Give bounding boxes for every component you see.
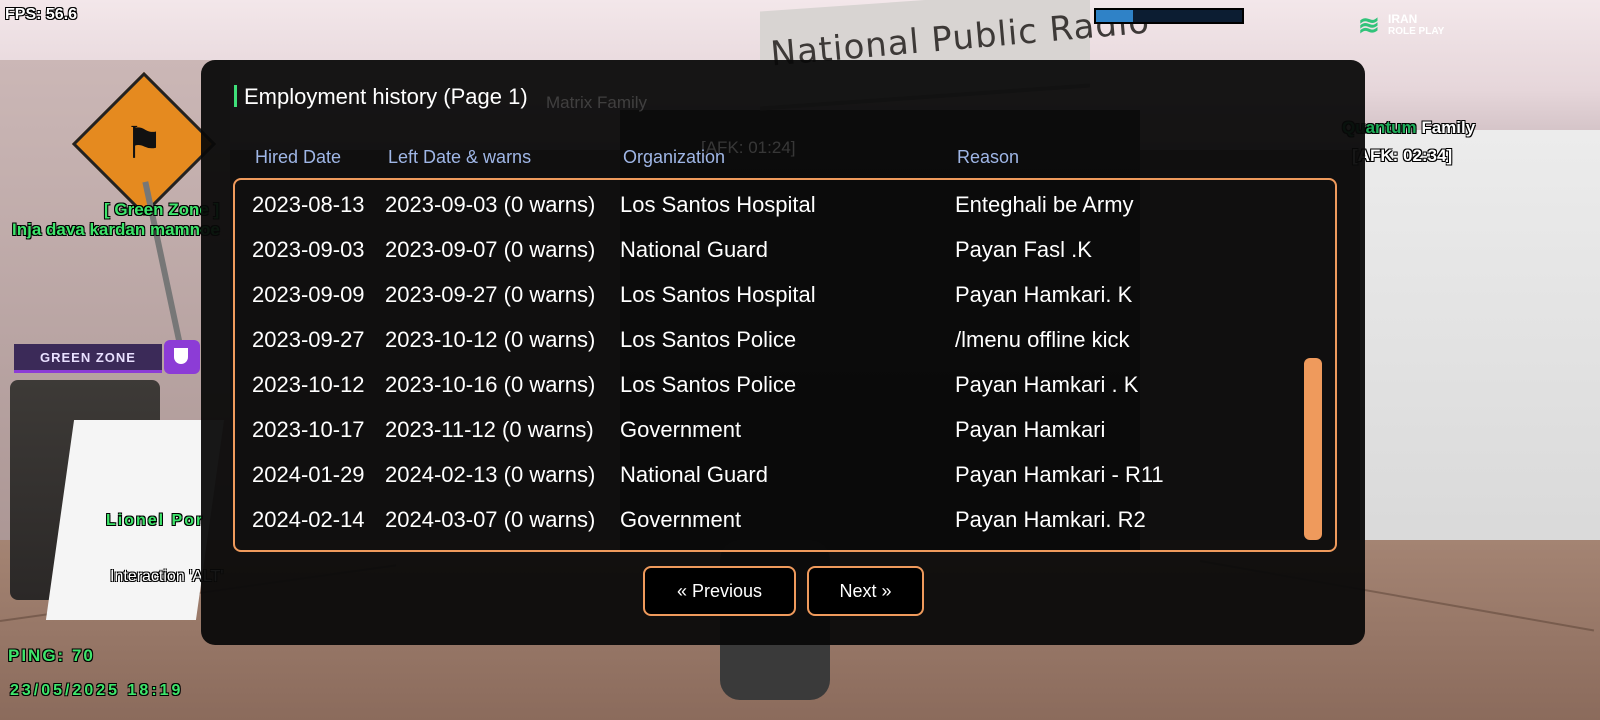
green-zone-text: GREEN ZONE: [14, 344, 162, 373]
zone-description: Inja dava kardan mamnoe: [12, 220, 220, 239]
title-marker: [234, 85, 237, 107]
cell-left-date: 2023-10-16 (0 warns): [385, 372, 596, 397]
logo-line2: ROLE PLAY: [1388, 26, 1445, 37]
table-row[interactable]: 2023-10-12 2023-10-16 (0 warns) Los Sant…: [235, 362, 1295, 407]
cell-left-date: 2023-09-07 (0 warns): [385, 237, 596, 262]
family-tag-suffix: Family: [1416, 118, 1476, 137]
cell-hired-date: 2023-10-12: [252, 372, 365, 397]
health-bar-fill: [1096, 10, 1133, 22]
cell-left-date: 2023-09-03 (0 warns): [385, 192, 596, 217]
table-row[interactable]: 2023-08-13 2023-09-03 (0 warns) Los Sant…: [235, 182, 1295, 227]
background-name-tag: Matrix Family: [546, 93, 648, 112]
cell-organization: Los Santos Police: [620, 327, 797, 352]
table-row[interactable]: 2023-10-17 2023-11-12 (0 warns) Governme…: [235, 407, 1295, 452]
cell-hired-date: 2023-10-17: [252, 417, 365, 442]
cell-hired-date: 2024-02-14: [252, 507, 365, 532]
cell-left-date: 2023-09-27 (0 warns): [385, 282, 596, 307]
cell-reason: Payan Hamkari - R11: [955, 462, 1164, 487]
next-page-button[interactable]: Next »: [807, 566, 924, 616]
player-name-tag: Lionel Por: [106, 512, 205, 529]
logo-line1: IRAN: [1388, 12, 1418, 26]
column-header-left-date: Left Date & warns: [388, 147, 532, 167]
cell-left-date: 2023-11-12 (0 warns): [385, 417, 594, 442]
history-table[interactable]: 2023-08-13 2023-09-03 (0 warns) Los Sant…: [233, 178, 1337, 552]
cell-hired-date: 2023-09-09: [252, 282, 365, 307]
cell-left-date: 2024-02-13 (0 warns): [385, 462, 596, 487]
dialog-title: Employment history (Page 1): [244, 84, 528, 109]
cell-hired-date: 2023-09-03: [252, 237, 365, 262]
cell-reason: Payan Hamkari. R2: [955, 507, 1146, 532]
afk-tag: [AFK: 02:34]: [1352, 146, 1453, 165]
right-wall: [1360, 130, 1600, 550]
cell-reason: /lmenu offline kick: [955, 327, 1130, 352]
cell-organization: National Guard: [620, 237, 768, 262]
ping-display: PING: 70: [8, 646, 95, 665]
cell-organization: Government: [620, 417, 742, 442]
cell-reason: Payan Hamkari. K: [955, 282, 1133, 307]
cell-reason: Payan Hamkari: [955, 417, 1106, 442]
shield-icon: [174, 348, 188, 364]
cell-left-date: 2024-03-07 (0 warns): [385, 507, 596, 532]
logo-icon: ≋: [1358, 10, 1380, 40]
cell-reason: Payan Fasl .K: [955, 237, 1092, 262]
table-row[interactable]: 2023-09-27 2023-10-12 (0 warns) Los Sant…: [235, 317, 1295, 362]
cell-hired-date: 2023-08-13: [252, 192, 365, 217]
employment-history-dialog: Employment history (Page 1) Matrix Famil…: [201, 60, 1365, 645]
table-scrollbar[interactable]: [1304, 358, 1322, 540]
cell-reason: Enteghali be Army: [955, 192, 1134, 217]
cell-organization: Los Santos Police: [620, 372, 797, 397]
cell-organization: Los Santos Hospital: [620, 192, 816, 217]
column-header-organization: Organization: [623, 147, 726, 167]
column-header-reason: Reason: [957, 147, 1020, 167]
previous-page-button[interactable]: « Previous: [643, 566, 796, 616]
cell-organization: Government: [620, 507, 742, 532]
server-logo: ≋ IRAN ROLE PLAY: [1358, 10, 1458, 40]
health-bar: [1094, 8, 1244, 24]
cell-reason: Payan Hamkari . K: [955, 372, 1139, 397]
column-header-hired-date: Hired Date: [255, 147, 342, 167]
cell-hired-date: 2024-01-29: [252, 462, 365, 487]
cell-left-date: 2023-10-12 (0 warns): [385, 327, 596, 352]
worker-icon: ⚑: [124, 119, 164, 168]
date-time: 23/05/2025 18:19: [10, 682, 184, 699]
cell-organization: National Guard: [620, 462, 768, 487]
table-row[interactable]: 2023-09-03 2023-09-07 (0 warns) National…: [235, 227, 1295, 272]
green-zone-badge: GREEN ZONE: [14, 340, 200, 374]
table-row[interactable]: 2023-09-09 2023-09-27 (0 warns) Los Sant…: [235, 272, 1295, 317]
cell-hired-date: 2023-09-27: [252, 327, 365, 352]
table-row[interactable]: 2024-01-29 2024-02-13 (0 warns) National…: [235, 452, 1295, 497]
table-row[interactable]: 2024-02-14 2024-03-07 (0 warns) Governme…: [235, 497, 1295, 542]
fps-counter: FPS: 56.6: [5, 6, 78, 23]
cell-organization: Los Santos Hospital: [620, 282, 816, 307]
